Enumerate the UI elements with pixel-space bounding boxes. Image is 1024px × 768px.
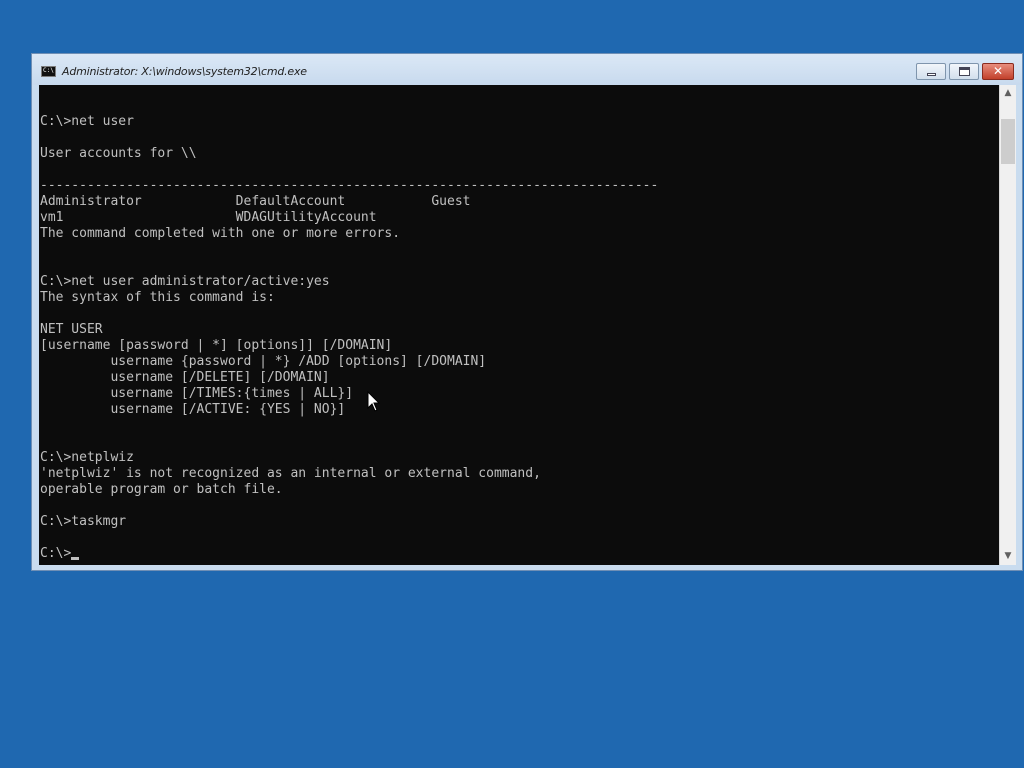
console-text: C:\>net user User accounts for \\ ------… <box>40 114 659 529</box>
caption-buttons: ✕ <box>913 63 1014 80</box>
minimize-icon <box>927 73 936 76</box>
restore-icon <box>959 67 970 76</box>
close-icon: ✕ <box>992 64 1004 78</box>
command-prompt: C:\> <box>40 546 72 561</box>
mouse-pointer-icon <box>367 391 381 412</box>
title-bar[interactable]: C:\ Administrator: X:\windows\system32\c… <box>32 54 1022 85</box>
close-button[interactable]: ✕ <box>982 63 1014 80</box>
console-output: C:\>net user User accounts for \\ ------… <box>40 114 658 562</box>
scroll-up-arrow-icon[interactable]: ▲ <box>1000 85 1016 102</box>
cmd-icon-label: C:\ <box>43 67 54 74</box>
cmd-icon[interactable]: C:\ <box>41 66 56 77</box>
console-area[interactable]: C:\>net user User accounts for \\ ------… <box>39 85 999 565</box>
scroll-down-arrow-icon[interactable]: ▼ <box>1000 548 1016 565</box>
vertical-scrollbar[interactable]: ▲ ▼ <box>999 85 1016 565</box>
minimize-button[interactable] <box>916 63 946 80</box>
scroll-thumb[interactable] <box>1001 119 1015 164</box>
text-cursor <box>71 557 80 560</box>
window-title: Administrator: X:\windows\system32\cmd.e… <box>62 65 307 78</box>
maximize-button[interactable] <box>949 63 979 80</box>
cmd-window[interactable]: C:\ Administrator: X:\windows\system32\c… <box>31 53 1023 571</box>
desktop-background: C:\ Administrator: X:\windows\system32\c… <box>0 0 1024 768</box>
